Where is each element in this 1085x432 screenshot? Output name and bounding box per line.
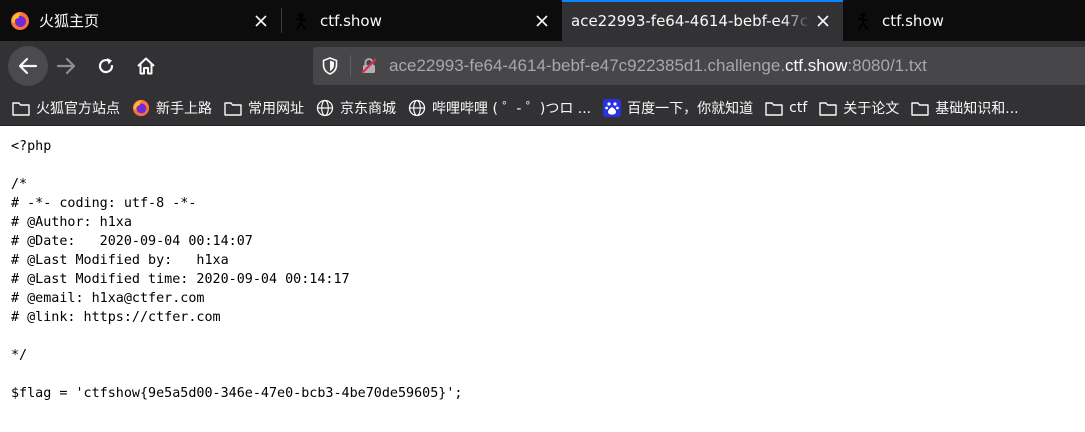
code-line: # @email: h1xa@ctfer.com [11,291,205,306]
forward-button[interactable] [50,50,82,82]
bookmark-label: 新手上路 [156,101,212,117]
baidu-icon [602,98,622,118]
globe-icon [315,98,335,118]
url-text[interactable]: ace22993-fe64-4614-bebf-e47c922385d1.cha… [389,56,927,76]
reload-icon [98,58,114,74]
code-line: # @Last Modified by: h1xa [11,253,229,268]
tab-title: 火狐主页 [39,12,100,30]
page-content: <?php ​ /* # -*- coding: utf-8 -*- # @Author… [0,127,1085,432]
url-domain: ctf.show [785,56,848,75]
code-line: # @Author: h1xa [11,215,132,230]
file-text: <?php ​ /* # -*- coding: utf-8 -*- # @Author… [11,137,462,403]
tab-firefox-home[interactable]: 火狐主页 [0,0,281,41]
bookmark-label: 京东商城 [340,101,396,117]
urlbar-divider [350,55,351,77]
ctfshow-icon [291,11,311,31]
code-line: ​ [11,156,462,175]
folder-icon [818,98,838,118]
flag-line: $flag = 'ctfshow{9e5a5d00-346e-47e0-bcb3… [11,386,463,401]
url-suffix: :8080/1.txt [847,56,927,75]
code-line: ​ [11,365,462,384]
reload-button[interactable] [90,50,122,82]
bookmark-jd[interactable]: 京东商城 [309,95,401,121]
folder-icon [764,98,784,118]
code-line: <?php [11,139,52,154]
code-line: # @Last Modified time: 2020-09-04 00:14:… [11,272,350,287]
firefox-icon [131,98,151,118]
url-prefix: ace22993-fe64-4614-bebf-e47c922385d1.cha… [389,56,786,75]
close-tab-icon[interactable] [811,9,835,33]
bookmark-label: 火狐官方站点 [36,101,120,117]
tab-title: ctf.show [882,11,944,30]
bookmark-bilibili[interactable]: 哔哩哔哩 ( ゜- ゜)つロ ... [401,95,596,121]
globe-icon [407,98,427,118]
bookmark-label: 关于论文 [843,101,900,117]
code-line: # @Date: 2020-09-04 00:14:07 [11,234,253,249]
code-line: # -*- coding: utf-8 -*- [11,196,197,211]
forward-arrow-icon [56,57,76,75]
back-arrow-icon [18,57,38,75]
code-line: */ [11,348,28,363]
url-bar[interactable]: ace22993-fe64-4614-bebf-e47c922385d1.cha… [313,47,1085,85]
home-button[interactable] [130,50,162,82]
navigation-toolbar: ace22993-fe64-4614-bebf-e47c922385d1.cha… [0,41,1085,91]
bookmark-label: 基础知识和... [935,101,1019,117]
bookmark-label: ctf [789,100,808,116]
tab-challenge-active[interactable]: ace22993-fe64-4614-bebf-e47c9 [562,0,843,41]
insecure-lock-icon[interactable] [357,54,381,78]
firefox-icon [10,11,30,31]
back-button[interactable] [8,46,48,86]
bookmark-baidu[interactable]: 百度一下，你就知道 [596,95,758,121]
ctfshow-icon [853,11,873,31]
bookmark-common-sites[interactable]: 常用网址 [217,95,309,121]
folder-icon [910,98,930,118]
code-line: # @link: https://ctfer.com [11,310,221,325]
bookmarks-toolbar: 火狐官方站点 新手上路 常用网址 京东商城 哔哩哔哩 ( ゜- ゜)つロ ... [0,91,1085,126]
tab-ctfshow-1[interactable]: ctf.show [281,0,562,41]
bookmark-label: 哔哩哔哩 ( ゜- ゜)つロ ... [432,101,592,117]
folder-icon [223,98,243,118]
bookmark-ctf[interactable]: ctf [758,95,812,121]
code-line: ​ [11,327,462,346]
home-icon [137,57,155,75]
bookmark-label: 百度一下，你就知道 [627,101,754,117]
tracking-protection-shield-icon[interactable] [318,54,342,78]
bookmark-firefox-official[interactable]: 火狐官方站点 [0,95,125,121]
tab-title: ctf.show [320,11,382,30]
tab-ctfshow-2[interactable]: ctf.show [843,0,1085,41]
bookmark-getting-started[interactable]: 新手上路 [125,95,217,121]
bookmark-papers[interactable]: 关于论文 [812,95,904,121]
tab-strip: 火狐主页 ctf.show ace22993-fe64-4614-bebf-e4… [0,0,1085,41]
tab-title: ace22993-fe64-4614-bebf-e47c9 [571,11,811,30]
close-tab-icon[interactable] [249,9,273,33]
folder-icon [11,98,31,118]
bookmark-basics[interactable]: 基础知识和... [904,95,1023,121]
code-line: /* [11,177,28,192]
tab-divider [281,8,282,33]
close-tab-icon[interactable] [530,9,554,33]
bookmark-label: 常用网址 [248,101,304,117]
